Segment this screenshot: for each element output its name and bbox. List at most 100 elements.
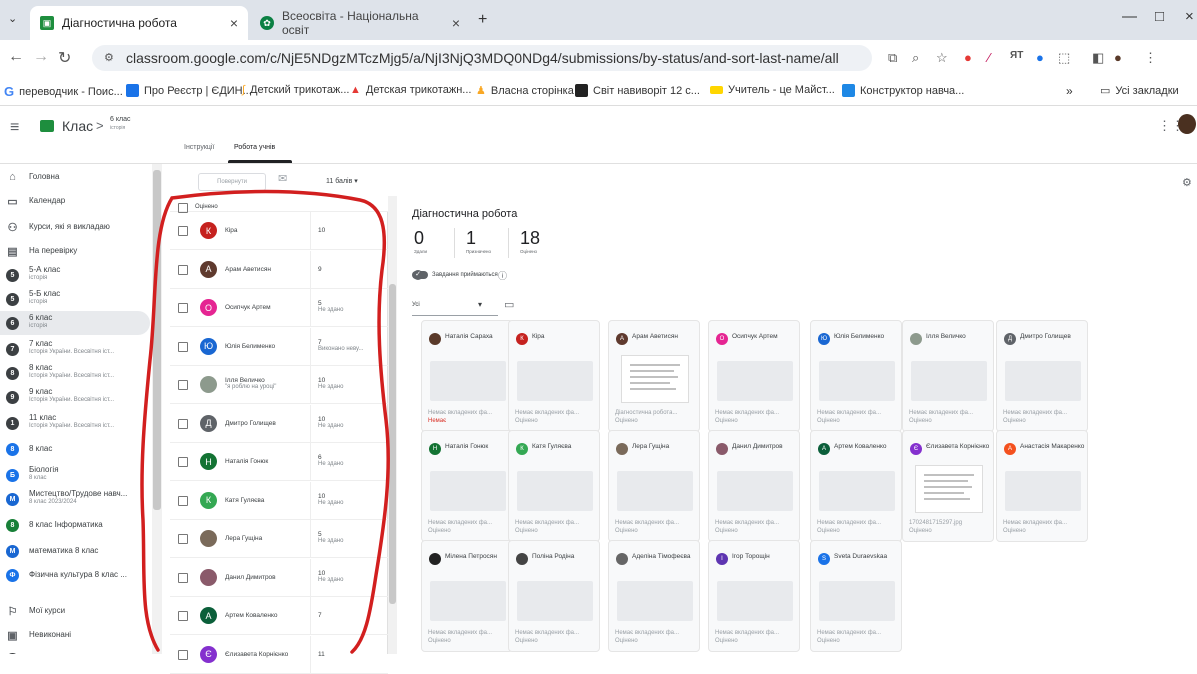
row-checkbox[interactable] — [178, 611, 188, 621]
list-scroll-thumb[interactable] — [389, 284, 396, 604]
account-avatar[interactable] — [1178, 114, 1196, 134]
sidebar-scrollbar[interactable] — [152, 164, 162, 654]
student-name[interactable]: Лера Гущіна — [225, 535, 262, 542]
sidebar-item[interactable]: ⌂ Головна — [0, 165, 150, 189]
row-checkbox[interactable] — [178, 572, 188, 583]
sidebar-item[interactable]: ▤ На перевірку — [0, 239, 150, 263]
grade-cell[interactable]: 9 — [318, 266, 322, 273]
sidebar-item[interactable]: 5 5-А клас історія — [0, 263, 150, 287]
sidebar-item[interactable]: ГГрупа продовженого дня... — [0, 647, 150, 654]
row-checkbox[interactable] — [178, 495, 188, 506]
student-name[interactable]: Данил Димитров — [225, 574, 276, 581]
student-card[interactable]: Ю Юлія Белименко Немає вкладених фа... Оцін… — [810, 320, 902, 432]
student-name[interactable]: Арам Аветисян — [225, 266, 271, 273]
stat-assigned[interactable]: 1 Призначено — [466, 228, 506, 262]
student-name[interactable]: Дмитро Голищев — [225, 420, 276, 427]
student-card[interactable]: А Арам Аветисян Діагностична робота... Оцін… — [608, 320, 700, 432]
translate-extension-icon[interactable]: ЯT — [1010, 50, 1023, 61]
tab-instructions[interactable]: Інструкції — [184, 144, 214, 151]
return-button[interactable]: Повернути — [198, 173, 266, 191]
table-row[interactable]: Д Дмитро Голищев 10 Не здано — [170, 404, 388, 443]
table-row[interactable]: О Осипчук Артем 5 Не здано — [170, 289, 388, 327]
zoom-icon[interactable]: ⌕ — [912, 50, 919, 66]
bookmark-item[interactable]: Конструктор навча... — [842, 84, 964, 97]
browser-tab-active[interactable]: ▣ Діагностична робота × — [30, 6, 248, 40]
back-icon[interactable]: ← — [8, 48, 24, 66]
table-row[interactable]: К Кіра 10 — [170, 212, 388, 250]
sidebar-item[interactable]: 8 8 клас Історія України. Всесвітня іст... — [0, 361, 150, 385]
row-checkbox[interactable] — [178, 649, 188, 660]
bookmark-item[interactable]: Gпереводчик - Поис... — [4, 84, 123, 99]
email-icon[interactable]: ✉ — [278, 172, 287, 185]
row-checkbox[interactable] — [178, 226, 188, 236]
forward-icon[interactable]: → — [33, 48, 49, 66]
student-name[interactable]: Наталія Гонюк — [225, 458, 268, 465]
student-card[interactable]: Ілля Величко Немає вкладених фа... Оцінено — [902, 320, 994, 432]
filter-select[interactable]: Усі ▾ — [412, 300, 498, 316]
sidebar-scroll-thumb[interactable] — [153, 170, 161, 510]
row-checkbox[interactable] — [178, 534, 188, 544]
row-checkbox[interactable] — [178, 303, 188, 313]
grade-cell[interactable]: 6 Не здано — [318, 454, 343, 467]
sidebar-item[interactable]: ▭ Календар — [0, 189, 150, 213]
grade-cell[interactable]: 10 Не здано — [318, 416, 343, 429]
grade-cell[interactable]: 10 Не здано — [318, 570, 343, 583]
sidebar-item[interactable]: 6 6 клас історія — [0, 311, 150, 335]
extensions-puzzle-icon[interactable]: ⬚ — [1058, 50, 1070, 66]
tab-search-chevron-icon[interactable]: ⌄ — [8, 12, 17, 25]
student-name[interactable]: Юлія Белименко — [225, 343, 275, 350]
table-row[interactable]: Ю Юлія Белименко 7 Виконано неву... — [170, 327, 388, 366]
stat-graded[interactable]: 18 Оцінено — [520, 228, 560, 262]
table-row[interactable]: Данил Димитров 10 Не здано — [170, 558, 388, 597]
student-card[interactable]: Аделіна Тімофеєва Немає вкладених фа... Оц… — [608, 540, 700, 652]
tab-student-work[interactable]: Робота учнів — [234, 144, 275, 151]
main-menu-icon[interactable]: ≡ — [10, 119, 19, 137]
close-window-button[interactable]: × — [1185, 8, 1194, 25]
student-name[interactable]: Осипчук Артем — [225, 304, 271, 311]
bookmark-item[interactable]: Про Реєстр | ЄДИН... — [126, 84, 252, 97]
sidebar-item[interactable]: 8 8 клас Інформатика — [0, 513, 150, 537]
sidebar-item[interactable]: 7 7 клас Історія України. Всесвітня іст... — [0, 337, 150, 361]
grade-cell[interactable]: 5 Не здано — [318, 300, 343, 313]
row-checkbox[interactable] — [178, 264, 188, 275]
bookmark-item[interactable]: ∫ Детский трикотаж... — [242, 84, 349, 96]
maximize-button[interactable]: □ — [1155, 8, 1164, 25]
info-icon[interactable]: ⓘ — [498, 269, 507, 282]
side-panel-icon[interactable]: ◧ — [1092, 50, 1104, 66]
bookmark-star-icon[interactable]: ☆ — [936, 50, 948, 66]
table-row[interactable]: Н Наталія Гонюк 6 Не здано — [170, 443, 388, 481]
bookmark-item[interactable]: ▲ Детская трикотажн... — [350, 84, 471, 96]
student-card[interactable]: І Ігор Торощін Немає вкладених фа... Оцінен… — [708, 540, 800, 652]
breadcrumb-class[interactable]: 6 клас — [110, 116, 130, 123]
accepting-toggle[interactable]: ✓ — [412, 270, 428, 280]
new-tab-button[interactable]: + — [478, 11, 487, 29]
table-row[interactable]: Лера Гущіна 5 Не здано — [170, 520, 388, 558]
student-card[interactable]: Н Наталія Гонюк Немає вкладених фа... Оціне… — [421, 430, 513, 542]
minimize-button[interactable]: — — [1122, 8, 1137, 25]
list-scrollbar[interactable] — [388, 196, 397, 654]
student-name[interactable]: Єлизавета Корнієнко — [225, 651, 288, 658]
grade-cell[interactable]: 5 Не здано — [318, 531, 343, 544]
profile-avatar-icon[interactable]: ● — [1114, 50, 1122, 65]
bookmark-item[interactable]: Учитель - це Майст... — [710, 84, 835, 96]
sidebar-item[interactable]: Мматематика 8 клас — [0, 539, 150, 563]
student-card[interactable]: К Кіра Немає вкладених фа... Оцінено — [508, 320, 600, 432]
settings-gear-icon[interactable]: ⚙ — [1182, 176, 1192, 189]
sidebar-item[interactable]: Б Біологія 8 клас — [0, 463, 150, 487]
pen-extension-icon[interactable]: ∕ — [988, 50, 990, 65]
sidebar-item[interactable]: ⚇ Курси, які я викладаю — [0, 215, 150, 239]
student-card[interactable]: Поліна Родіна Немає вкладених фа... Оцінен… — [508, 540, 600, 652]
folder-icon[interactable]: ▭ — [504, 298, 514, 311]
more-bookmarks-icon[interactable]: » — [1066, 84, 1073, 98]
row-checkbox[interactable] — [178, 418, 188, 429]
student-card[interactable]: Наталія Сараха Немає вкладених фа... Немає — [421, 320, 513, 432]
student-card[interactable]: S Sveta Duraevskaa Немає вкладених фа... Оц… — [810, 540, 902, 652]
sidebar-item[interactable]: 9 9 клас Історія України. Всесвітня іст... — [0, 385, 150, 409]
close-tab-icon[interactable]: × — [230, 15, 238, 31]
points-select[interactable]: 11 балів ▾ — [326, 177, 358, 185]
grade-cell[interactable]: 7 — [318, 612, 322, 619]
all-bookmarks[interactable]: ▭ Усі закладки — [1100, 84, 1179, 98]
sidebar-item[interactable]: 8 8 клас — [0, 437, 150, 461]
student-card[interactable]: Є Єлизавета Корнієнко 1702481715297.jpg Оці… — [902, 430, 994, 542]
table-row[interactable]: А Артем Коваленко 7 — [170, 597, 388, 635]
